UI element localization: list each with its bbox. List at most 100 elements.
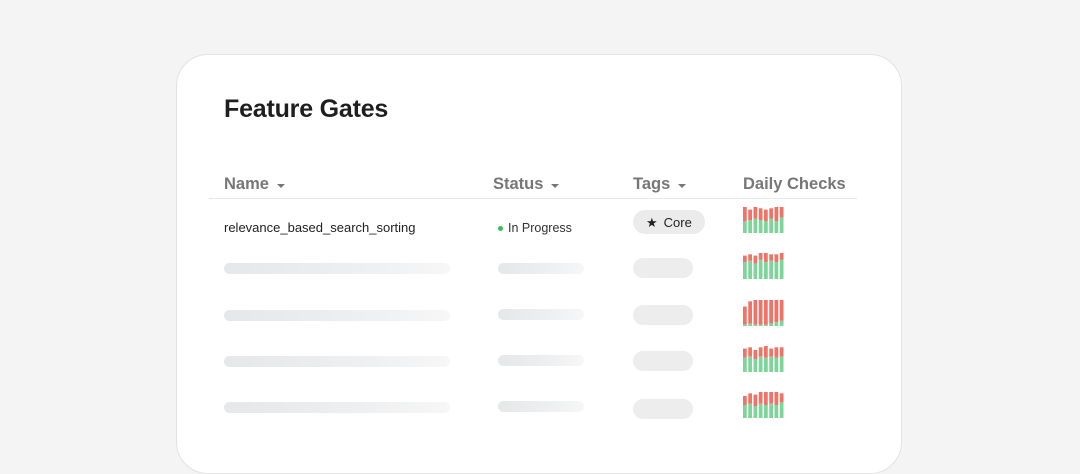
pass-bar	[758, 220, 763, 233]
pass-bar	[753, 324, 758, 326]
fail-bar	[743, 255, 747, 263]
pass-bar	[748, 403, 752, 418]
pass-bar	[774, 405, 779, 418]
fail-bar	[753, 255, 758, 264]
column-header-daily-checks: Daily Checks	[743, 175, 846, 194]
table-row	[177, 346, 901, 386]
fail-bar	[748, 301, 752, 324]
fail-bar	[779, 300, 784, 321]
pass-bar	[753, 359, 758, 372]
pass-bar	[753, 406, 758, 418]
pass-bar	[753, 263, 758, 279]
daily-checks-chart	[743, 253, 784, 279]
name-skeleton	[224, 356, 450, 367]
pass-bar	[743, 262, 747, 279]
fail-bar	[748, 209, 752, 220]
table-row	[177, 253, 901, 293]
pass-bar	[743, 357, 747, 372]
status-dot-icon	[498, 225, 503, 231]
fail-bar	[764, 209, 768, 222]
fail-bar	[748, 254, 752, 261]
fail-bar	[753, 349, 758, 359]
fail-bar	[774, 300, 779, 323]
pass-bar	[779, 356, 784, 372]
pass-bar	[779, 217, 784, 233]
table-row	[177, 392, 901, 432]
pass-bar	[764, 357, 768, 372]
pass-bar	[748, 260, 752, 279]
fail-bar	[753, 207, 758, 219]
column-header-name-label: Name	[224, 175, 269, 193]
name-skeleton	[224, 310, 450, 321]
table-row	[177, 300, 901, 340]
fail-bar	[764, 300, 768, 325]
fail-bar	[753, 394, 758, 407]
fail-bar	[774, 254, 779, 263]
fail-bar	[753, 300, 758, 325]
column-header-tags[interactable]: Tags	[633, 175, 687, 194]
pass-bar	[779, 320, 784, 326]
caret-down-icon	[678, 183, 687, 188]
fail-bar	[769, 392, 773, 404]
status-skeleton	[498, 263, 584, 274]
pass-bar	[769, 218, 773, 233]
pass-bar	[758, 356, 763, 372]
column-header-daily-checks-label: Daily Checks	[743, 175, 846, 193]
pass-bar	[743, 405, 747, 418]
pass-bar	[769, 356, 773, 372]
tag-skeleton	[633, 399, 693, 419]
pass-bar	[774, 262, 779, 279]
pass-bar	[743, 221, 747, 233]
pass-bar	[758, 403, 763, 418]
fail-bar	[769, 254, 773, 261]
header-divider	[209, 198, 857, 199]
pass-bar	[764, 221, 768, 233]
table-row[interactable]: relevance_based_search_sorting In Progre…	[177, 207, 901, 247]
tag-skeleton	[633, 258, 693, 278]
fail-bar	[758, 392, 763, 404]
daily-checks-chart	[743, 392, 784, 418]
daily-checks-chart	[743, 300, 784, 326]
pass-bar	[764, 405, 768, 418]
name-skeleton	[224, 263, 450, 274]
status-label: In Progress	[508, 221, 572, 235]
name-skeleton	[224, 402, 450, 413]
fail-bar	[758, 208, 763, 220]
pass-bar	[774, 322, 779, 326]
column-header-tags-label: Tags	[633, 175, 671, 193]
pass-bar	[764, 324, 768, 326]
tag-chip[interactable]: ★ Core	[633, 210, 705, 234]
fail-bar	[779, 347, 784, 357]
fail-bar	[743, 306, 747, 325]
pass-bar	[769, 403, 773, 418]
status-skeleton	[498, 355, 584, 366]
pass-bar	[764, 262, 768, 279]
caret-down-icon	[276, 183, 285, 188]
fail-bar	[764, 392, 768, 405]
pass-bar	[743, 324, 747, 326]
column-header-status[interactable]: Status	[493, 175, 560, 194]
pass-bar	[748, 323, 752, 326]
fail-bar	[758, 253, 763, 260]
pass-bar	[769, 323, 773, 326]
pass-bar	[748, 356, 752, 372]
column-header-name[interactable]: Name	[224, 175, 285, 194]
feature-gates-card: Feature Gates Name Status Tags Daily Che…	[176, 54, 902, 474]
fail-bar	[748, 347, 752, 357]
pass-bar	[779, 402, 784, 418]
column-header-status-label: Status	[493, 175, 544, 193]
fail-bar	[758, 300, 763, 325]
fail-bar	[743, 348, 747, 358]
fail-bar	[769, 208, 773, 219]
star-icon: ★	[646, 214, 658, 230]
fail-bar	[774, 392, 779, 405]
fail-bar	[748, 393, 752, 404]
gate-name[interactable]: relevance_based_search_sorting	[224, 220, 416, 235]
fail-bar	[779, 393, 784, 403]
tag-skeleton	[633, 351, 693, 371]
tag-skeleton	[633, 305, 693, 325]
fail-bar	[743, 395, 747, 405]
page-title: Feature Gates	[224, 95, 389, 123]
fail-bar	[764, 346, 768, 358]
daily-checks-chart	[743, 207, 784, 233]
